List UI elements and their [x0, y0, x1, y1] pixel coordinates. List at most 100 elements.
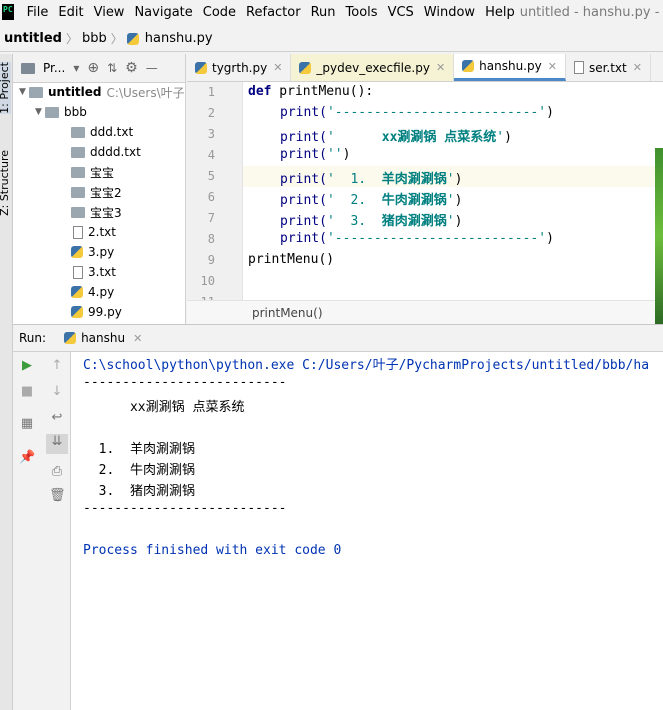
breadcrumb-project[interactable]: untitled — [0, 31, 66, 46]
tree-item[interactable]: 3.txt — [73, 262, 116, 282]
line-number: 10 — [200, 274, 215, 288]
expand-arrow-icon[interactable]: ▼ — [19, 87, 29, 97]
tree-item[interactable]: ddd.txt — [71, 122, 133, 142]
soft-wrap-icon[interactable]: ↩ — [49, 410, 65, 426]
console-line: 2. 牛肉涮涮锅 — [83, 463, 195, 478]
tree-root-untitled[interactable]: ▼ untitled C:\Users\叶子 — [19, 82, 185, 102]
print-icon[interactable]: ⎙ — [49, 464, 65, 480]
close-icon[interactable]: ✕ — [436, 61, 445, 74]
folder-icon — [71, 206, 85, 218]
line-number: 4 — [207, 148, 215, 162]
scroll-up-icon[interactable]: ↑ — [49, 358, 65, 374]
menu-vcs[interactable]: VCS — [383, 5, 419, 20]
function-breadcrumb[interactable]: printMenu() — [252, 306, 323, 320]
close-icon[interactable]: ✕ — [633, 61, 642, 74]
line-number: 5 — [207, 169, 215, 183]
console-line: -------------------------- — [83, 501, 287, 516]
tree-item-bbb[interactable]: ▼ bbb — [35, 102, 87, 122]
chevron-down-icon[interactable]: ▾ — [73, 61, 79, 75]
project-toolbar: Pr... ▾ ⊕ ⇅ ⚙ — — [13, 54, 185, 83]
tree-item-label: 3.py — [88, 245, 115, 259]
tree-item[interactable]: 4.py — [71, 282, 114, 302]
folder-icon — [71, 166, 85, 178]
code-line: def printMenu(): — [248, 84, 374, 99]
editor-tab[interactable]: ser.txt ✕ — [566, 54, 651, 81]
tab-label: hanshu.py — [479, 59, 542, 73]
menu-window[interactable]: Window — [419, 5, 480, 20]
trash-icon[interactable]: 🗑 — [49, 488, 66, 504]
console-line: C:\school\python\python.exe C:/Users/叶子/… — [83, 358, 650, 373]
menu-help[interactable]: Help — [480, 5, 520, 20]
tree-item[interactable]: 2.txt — [73, 222, 116, 242]
code-line: print(' 1. 羊肉涮涮锅') — [280, 172, 463, 187]
menu-view[interactable]: View — [89, 5, 130, 20]
gear-icon[interactable]: ⚙ — [125, 60, 138, 76]
editor-tab[interactable]: tygrth.py ✕ — [187, 54, 292, 81]
left-tool-strip: 1: Project Z: Structure — [0, 54, 13, 710]
run-tab-label[interactable]: hanshu — [81, 331, 125, 345]
menu-tools[interactable]: Tools — [341, 5, 383, 20]
locate-target-icon[interactable]: ⊕ — [87, 60, 99, 76]
console-line: -------------------------- — [83, 375, 287, 390]
code-line: printMenu() — [248, 252, 335, 267]
code-line: print(' 3. 猪肉涮涮锅') — [280, 214, 463, 229]
menu-edit[interactable]: Edit — [53, 5, 88, 20]
scroll-to-end-icon[interactable]: ⇊ — [46, 434, 68, 454]
expand-arrow-icon[interactable]: ▼ — [35, 107, 45, 117]
console-exit-message: Process finished with exit code 0 — [83, 543, 342, 558]
line-number-gutter: 1 2 3 4 5 6 7 8 9 10 11 — [187, 82, 243, 300]
menu-run[interactable]: Run — [306, 5, 341, 20]
editor-breadcrumb-footer: printMenu() — [187, 300, 663, 324]
project-tool-tab[interactable]: 1: Project — [0, 62, 11, 114]
rerun-icon[interactable]: ▶ — [19, 358, 35, 374]
collapse-all-icon[interactable]: ⇅ — [107, 61, 117, 75]
project-view-selector[interactable]: Pr... — [43, 61, 65, 75]
tree-item[interactable]: 宝宝 — [71, 162, 114, 182]
tree-item[interactable]: dddd.txt — [71, 142, 141, 162]
tree-item-label: 99.py — [88, 305, 122, 319]
tree-item-label: 宝宝 — [90, 165, 115, 180]
menu-refactor[interactable]: Refactor — [241, 5, 306, 20]
python-file-icon — [71, 306, 83, 318]
pin-icon[interactable]: 📌 — [19, 450, 35, 466]
menu-navigate[interactable]: Navigate — [129, 5, 197, 20]
editor-tab[interactable]: _pydev_execfile.py ✕ — [291, 54, 455, 81]
window-title: untitled - hanshu.py - — [519, 4, 660, 20]
close-icon[interactable]: ✕ — [273, 61, 282, 74]
stop-icon[interactable]: ■ — [19, 384, 35, 400]
close-icon[interactable]: ✕ — [548, 60, 557, 73]
breadcrumb-folder[interactable]: bbb — [78, 31, 111, 46]
layout-icon[interactable]: ▦ — [19, 416, 35, 432]
code-line: print(' xx涮涮锅 点菜系统') — [280, 130, 512, 145]
tree-item-label: untitled — [48, 85, 102, 99]
tree-item[interactable]: 99.py — [71, 302, 122, 322]
run-panel-header: Run: hanshu ✕ — [13, 324, 663, 352]
tree-item[interactable]: 3.py — [71, 242, 114, 262]
menu-code[interactable]: Code — [198, 5, 241, 20]
breadcrumb: untitled 〉 bbb 〉 hanshu.py — [0, 26, 663, 52]
tree-item-label: dddd.txt — [90, 145, 141, 159]
structure-tool-tab[interactable]: Z: Structure — [0, 150, 11, 216]
console-line: xx涮涮锅 点菜系统 — [83, 400, 245, 415]
tab-label: ser.txt — [588, 60, 627, 75]
python-file-icon — [195, 61, 207, 74]
tree-item-label: 2.txt — [88, 225, 116, 239]
minimize-icon[interactable]: — — [146, 61, 158, 75]
console-output[interactable]: C:\school\python\python.exe C:/Users/叶子/… — [71, 352, 663, 710]
tree-item-path: C:\Users\叶子 — [106, 85, 185, 100]
background-window-edge — [655, 148, 663, 324]
close-icon[interactable]: ✕ — [133, 332, 142, 345]
menu-file[interactable]: File — [22, 5, 54, 20]
breadcrumb-file[interactable]: hanshu.py — [141, 31, 217, 46]
scroll-down-icon[interactable]: ↓ — [49, 384, 65, 400]
tree-item[interactable]: 宝宝3 — [71, 202, 122, 222]
line-number: 3 — [207, 127, 215, 141]
tree-item-label: bbb — [64, 105, 87, 119]
folder-icon — [45, 106, 59, 118]
code-editor[interactable]: 1 2 3 4 5 6 7 8 9 10 11 def printMenu():… — [187, 82, 663, 300]
tree-item[interactable]: 宝宝2 — [71, 182, 122, 202]
line-number: 2 — [207, 106, 215, 120]
python-file-icon — [64, 332, 77, 344]
editor-tab-active[interactable]: hanshu.py ✕ — [454, 54, 566, 81]
console-line: 1. 羊肉涮涮锅 — [83, 442, 195, 457]
